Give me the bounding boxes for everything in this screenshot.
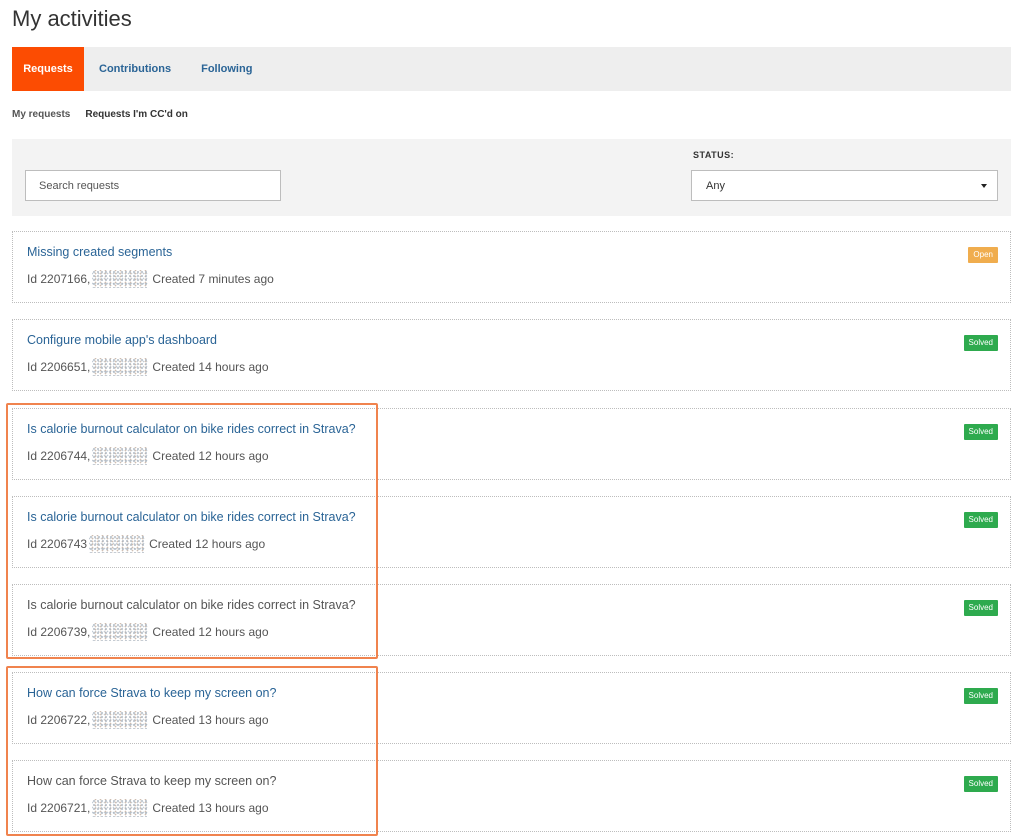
status-select-value: Any xyxy=(706,179,725,192)
redacted-requester xyxy=(89,535,146,553)
request-meta: Id 2206743 Created 12 hours ago xyxy=(27,535,265,553)
request-id: Id 2207166, xyxy=(27,272,91,286)
status-badge: Open xyxy=(968,247,998,263)
request-title-link[interactable]: How can force Strava to keep my screen o… xyxy=(27,686,276,700)
request-created: Created 7 minutes ago xyxy=(152,272,274,286)
request-title-link[interactable]: Is calorie burnout calculator on bike ri… xyxy=(27,598,356,612)
request-meta: Id 2206651, Created 14 hours ago xyxy=(27,358,269,376)
page-title: My activities xyxy=(12,6,132,31)
search-input[interactable] xyxy=(25,170,281,201)
status-badge: Solved xyxy=(963,776,998,792)
request-id: Id 2206744, xyxy=(27,449,91,463)
request-item: Is calorie burnout calculator on bike ri… xyxy=(12,408,1011,480)
filter-panel: STATUS: Any xyxy=(12,139,1011,216)
request-created: Created 12 hours ago xyxy=(152,625,269,639)
redacted-requester xyxy=(92,711,149,729)
request-meta: Id 2206721, Created 13 hours ago xyxy=(27,799,269,817)
status-filter-label: STATUS: xyxy=(693,150,735,160)
request-item: How can force Strava to keep my screen o… xyxy=(12,672,1011,744)
request-created: Created 14 hours ago xyxy=(152,360,269,374)
redacted-requester xyxy=(92,623,149,641)
request-id: Id 2206743 xyxy=(27,537,88,551)
subnav-cc-requests[interactable]: Requests I'm CC'd on xyxy=(85,109,188,120)
subnav-my-requests[interactable]: My requests xyxy=(12,109,70,120)
status-badge: Solved xyxy=(963,424,998,440)
request-id: Id 2206721, xyxy=(27,801,91,815)
request-meta: Id 2206739, Created 12 hours ago xyxy=(27,623,269,641)
request-id: Id 2206739, xyxy=(27,625,91,639)
request-id: Id 2206651, xyxy=(27,360,91,374)
request-meta: Id 2206744, Created 12 hours ago xyxy=(27,447,269,465)
request-id: Id 2206722, xyxy=(27,713,91,727)
status-badge: Solved xyxy=(963,600,998,616)
request-created: Created 13 hours ago xyxy=(152,801,269,815)
request-created: Created 12 hours ago xyxy=(149,537,266,551)
caret-down-icon xyxy=(981,183,987,188)
request-title-link[interactable]: Is calorie burnout calculator on bike ri… xyxy=(27,422,356,436)
request-meta: Id 2207166, Created 7 minutes ago xyxy=(27,270,274,288)
request-subnav: My requests Requests I'm CC'd on xyxy=(12,109,188,120)
redacted-requester xyxy=(92,447,149,465)
redacted-requester xyxy=(92,358,149,376)
request-title-link[interactable]: Is calorie burnout calculator on bike ri… xyxy=(27,510,356,524)
tab-requests[interactable]: Requests xyxy=(12,47,84,91)
request-item: Is calorie burnout calculator on bike ri… xyxy=(12,496,1011,568)
request-created: Created 12 hours ago xyxy=(152,449,269,463)
request-meta: Id 2206722, Created 13 hours ago xyxy=(27,711,269,729)
request-created: Created 13 hours ago xyxy=(152,713,269,727)
request-title-link[interactable]: How can force Strava to keep my screen o… xyxy=(27,774,276,788)
request-item: Missing created segments Id 2207166, Cre… xyxy=(12,231,1011,303)
tab-following[interactable]: Following xyxy=(186,47,267,91)
status-badge: Solved xyxy=(963,688,998,704)
redacted-requester xyxy=(92,799,149,817)
status-badge: Solved xyxy=(963,335,998,351)
redacted-requester xyxy=(92,270,149,288)
request-title-link[interactable]: Configure mobile app's dashboard xyxy=(27,333,217,347)
request-item: How can force Strava to keep my screen o… xyxy=(12,760,1011,832)
status-badge: Solved xyxy=(963,512,998,528)
tab-contributions[interactable]: Contributions xyxy=(84,47,186,91)
request-item: Is calorie burnout calculator on bike ri… xyxy=(12,584,1011,656)
status-select[interactable]: Any xyxy=(691,170,998,201)
request-item: Configure mobile app's dashboard Id 2206… xyxy=(12,319,1011,391)
activity-tabs: Requests Contributions Following xyxy=(12,47,1011,91)
request-title-link[interactable]: Missing created segments xyxy=(27,245,172,259)
